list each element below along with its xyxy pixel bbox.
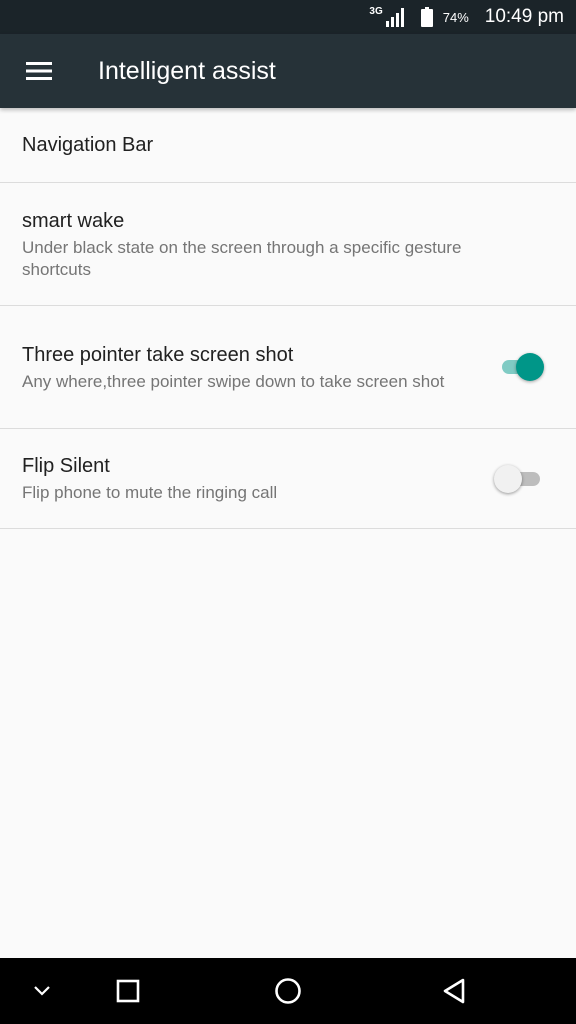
circle-icon	[275, 978, 301, 1004]
setting-title: Flip Silent	[22, 455, 110, 477]
three-pointer-toggle[interactable]	[500, 353, 544, 381]
back-button[interactable]	[424, 958, 484, 1024]
clock: 10:49 pm	[484, 6, 564, 27]
home-button[interactable]	[258, 958, 318, 1024]
network-type: 3G	[369, 5, 383, 17]
battery-icon	[420, 7, 433, 27]
hamburger-menu-icon	[26, 62, 52, 80]
toggle-thumb	[494, 464, 522, 493]
signal-icon	[385, 8, 404, 27]
settings-list: Navigation Bar smart wake Under black st…	[0, 108, 576, 529]
setting-title: Navigation Bar	[22, 134, 154, 156]
status-bar: 3G 74% 10:49 pm	[0, 0, 576, 34]
setting-three-pointer-screenshot[interactable]: Three pointer take screen shot Any where…	[0, 306, 576, 429]
setting-title: Three pointer take screen shot	[22, 343, 294, 366]
screen: 3G 74% 10:49 pm Intelligent assist Navig…	[0, 0, 576, 1024]
triangle-back-icon	[443, 978, 465, 1004]
flip-silent-toggle[interactable]	[494, 464, 540, 493]
menu-button[interactable]	[0, 34, 78, 108]
setting-navigation-bar[interactable]: Navigation Bar	[0, 108, 576, 183]
app-bar: Intelligent assist	[0, 34, 576, 108]
recents-button[interactable]	[98, 958, 158, 1024]
chevron-down-icon	[34, 986, 50, 996]
page-title: Intelligent assist	[98, 56, 276, 85]
setting-smart-wake[interactable]: smart wake Under black state on the scre…	[0, 183, 576, 306]
toggle-thumb	[516, 353, 544, 381]
setting-subtitle: Under black state on the screen through …	[22, 237, 462, 279]
setting-title: smart wake	[22, 209, 125, 232]
system-nav-bar	[0, 958, 576, 1024]
hide-nav-button[interactable]	[12, 958, 72, 1024]
setting-subtitle: Flip phone to mute the ringing call	[22, 483, 278, 502]
battery-percent: 74%	[442, 9, 469, 25]
setting-flip-silent[interactable]: Flip Silent Flip phone to mute the ringi…	[0, 429, 576, 529]
square-icon	[116, 979, 140, 1003]
setting-subtitle: Any where,three pointer swipe down to ta…	[22, 371, 445, 391]
